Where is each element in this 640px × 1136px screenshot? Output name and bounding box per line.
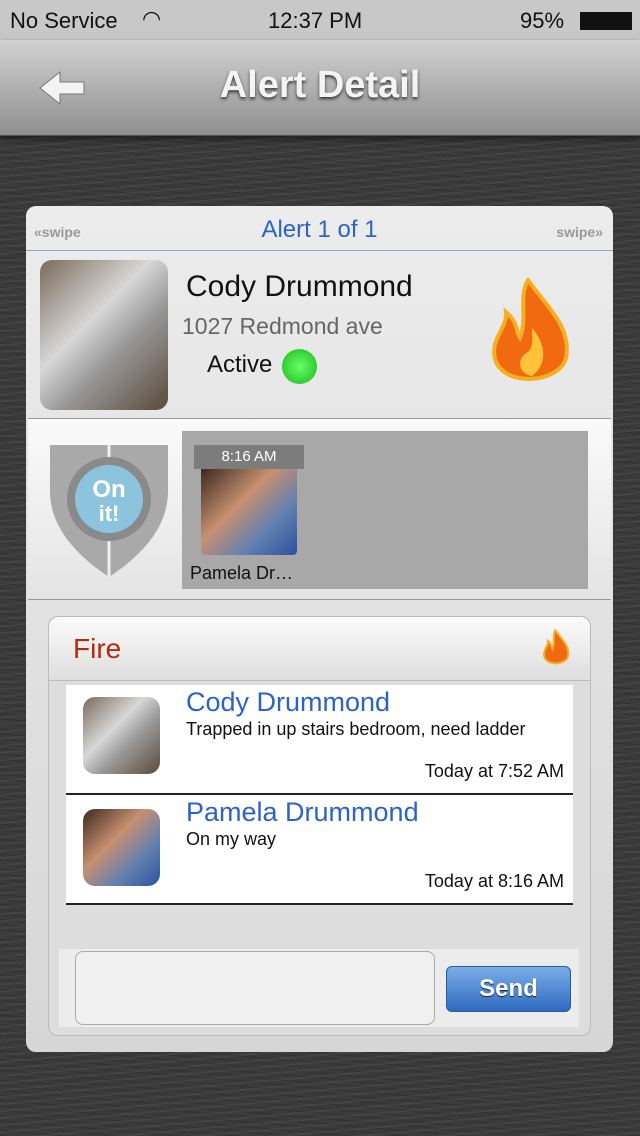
page-title: Alert Detail bbox=[219, 64, 421, 106]
message-time: Today at 8:16 AM bbox=[424, 871, 564, 891]
small-fire-icon bbox=[543, 629, 570, 665]
responder-time: 8:16 AM bbox=[194, 445, 304, 469]
fire-icon bbox=[492, 278, 569, 381]
battery-percent: 95% bbox=[520, 8, 565, 33]
swipe-right-hint[interactable]: swipe» bbox=[556, 224, 603, 240]
alert-address: 1027 Redmond ave bbox=[182, 313, 383, 339]
responder-avatar[interactable] bbox=[201, 469, 297, 555]
on-it-label-2: it! bbox=[99, 501, 120, 526]
responders-list: 8:16 AM Pamela Dr… bbox=[182, 431, 588, 589]
responder-name: Pamela Dr… bbox=[190, 563, 294, 583]
on-it-button[interactable]: On it! bbox=[46, 441, 172, 579]
on-it-section: On it! 8:16 AM Pamela Dr… bbox=[28, 418, 611, 600]
nav-bar: Alert Detail bbox=[0, 40, 640, 136]
alert-card[interactable]: «swipe Alert 1 of 1 swipe» Cody Drummond… bbox=[26, 206, 613, 1052]
alert-type-title: Fire bbox=[73, 633, 122, 664]
swipe-right-label: swipe bbox=[556, 224, 596, 240]
message-input[interactable] bbox=[75, 951, 435, 1025]
compose-bar: Send bbox=[59, 949, 579, 1027]
message-item: Pamela Drummond On my way Today at 8:16 … bbox=[66, 795, 573, 905]
message-avatar bbox=[83, 809, 160, 886]
send-button[interactable]: Send bbox=[446, 966, 571, 1012]
message-sender: Cody Drummond bbox=[186, 687, 391, 717]
message-avatar bbox=[83, 697, 160, 774]
battery-icon bbox=[580, 12, 632, 30]
chat-panel-header: Fire bbox=[49, 617, 590, 681]
alert-counter: Alert 1 of 1 bbox=[261, 216, 378, 243]
alert-user-avatar bbox=[40, 260, 168, 410]
status-bar: No Service ◠ 12:37 PM 95% bbox=[0, 0, 640, 40]
message-list[interactable]: Cody Drummond Trapped in up stairs bedro… bbox=[66, 685, 573, 905]
message-item: Cody Drummond Trapped in up stairs bedro… bbox=[66, 685, 573, 795]
divider bbox=[26, 250, 613, 251]
alert-chat-panel: Fire Cody Drummond Trapped in up stairs … bbox=[48, 616, 591, 1036]
message-text: Trapped in up stairs bedroom, need ladde… bbox=[186, 719, 526, 739]
on-it-label-1: On bbox=[92, 476, 125, 503]
status-indicator-dot bbox=[282, 349, 317, 384]
message-time: Today at 7:52 AM bbox=[424, 761, 564, 781]
clock: 12:37 PM bbox=[268, 8, 363, 33]
alert-user-name: Cody Drummond bbox=[186, 270, 413, 303]
message-sender: Pamela Drummond bbox=[186, 797, 419, 827]
message-text: On my way bbox=[186, 829, 277, 849]
carrier: No Service bbox=[10, 8, 118, 33]
status-label: Active bbox=[207, 351, 273, 378]
wifi-icon: ◠ bbox=[142, 6, 162, 31]
